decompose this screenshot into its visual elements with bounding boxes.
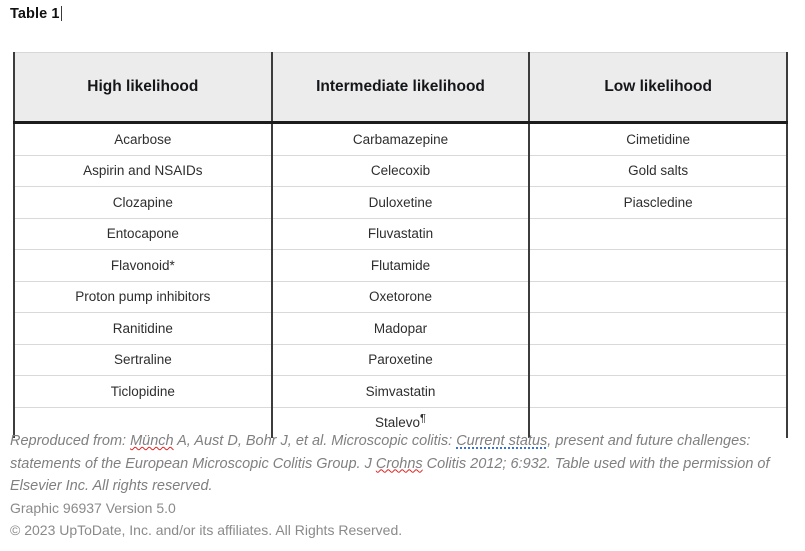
- table-row: Ticlopidine Simvastatin: [13, 375, 788, 408]
- cell-intermediate-likelihood: Madopar: [270, 312, 531, 345]
- cell-high-likelihood: Proton pump inhibitors: [13, 280, 273, 313]
- table-header-row: High likelihood Intermediate likelihood …: [13, 52, 788, 124]
- cell-low-likelihood: [528, 312, 788, 345]
- cell-high-likelihood: Ticlopidine: [13, 375, 273, 408]
- attribution-prefix: Reproduced from:: [10, 433, 131, 449]
- cell-high-likelihood: Aspirin and NSAIDs: [13, 154, 273, 187]
- cell-intermediate-likelihood: Paroxetine: [270, 343, 531, 376]
- cell-low-likelihood: Gold salts: [528, 154, 788, 187]
- graphic-id-label: Graphic 96937 Version 5.0: [10, 500, 176, 516]
- table-header: High likelihood Intermediate likelihood …: [13, 52, 788, 124]
- cell-high-likelihood: Ranitidine: [13, 312, 273, 345]
- cell-intermediate-likelihood: Carbamazepine: [270, 122, 531, 156]
- cell-intermediate-likelihood: Duloxetine: [270, 186, 531, 219]
- drug-likelihood-table: High likelihood Intermediate likelihood …: [13, 52, 788, 438]
- cell-intermediate-likelihood: Simvastatin: [270, 375, 531, 408]
- cell-low-likelihood: [528, 375, 788, 408]
- table-row: Acarbose Carbamazepine Cimetidine: [13, 122, 788, 156]
- table-row: Clozapine Duloxetine Piascledine: [13, 186, 788, 219]
- page-title: Table 1: [10, 6, 62, 22]
- cell-low-likelihood: Piascledine: [528, 186, 788, 219]
- cell-high-likelihood: Sertraline: [13, 343, 273, 376]
- attribution-author-misspelled: Münch: [130, 433, 174, 449]
- cell-intermediate-likelihood: Celecoxib: [270, 154, 531, 187]
- copyright-label: © 2023 UpToDate, Inc. and/or its affilia…: [10, 522, 403, 538]
- attribution-journal-misspelled: Crohns: [375, 455, 423, 472]
- cell-high-likelihood: Flavonoid*: [13, 249, 273, 282]
- cell-low-likelihood: [528, 280, 788, 313]
- attribution-caption: Reproduced from: Münch A, Aust D, Bohr J…: [10, 430, 796, 498]
- attribution-title-grammar-flagged: Current status: [456, 433, 548, 449]
- table-row: Ranitidine Madopar: [13, 312, 788, 345]
- column-header-intermediate-likelihood: Intermediate likelihood: [270, 52, 531, 124]
- column-header-high-likelihood: High likelihood: [13, 52, 273, 124]
- cell-high-likelihood: Clozapine: [13, 186, 273, 219]
- table-row: Flavonoid* Flutamide: [13, 249, 788, 282]
- attribution-authors-rest: A, Aust D, Bohr J, et al. Microscopic co…: [173, 433, 457, 449]
- column-header-low-likelihood: Low likelihood: [528, 52, 788, 124]
- cell-high-likelihood: Acarbose: [13, 122, 273, 156]
- cell-low-likelihood: Cimetidine: [528, 122, 788, 156]
- cell-low-likelihood: [528, 249, 788, 282]
- cell-low-likelihood: [528, 217, 788, 250]
- table-row: Proton pump inhibitors Oxetorone: [13, 280, 788, 313]
- page-title-text: Table 1: [10, 6, 60, 22]
- cell-low-likelihood: [528, 343, 788, 376]
- footnote-marker-pilcrow: ¶: [420, 412, 426, 425]
- cell-intermediate-likelihood: Flutamide: [270, 249, 531, 282]
- cell-high-likelihood: Entocapone: [13, 217, 273, 250]
- table-row: Sertraline Paroxetine: [13, 343, 788, 376]
- cell-intermediate-likelihood: Oxetorone: [270, 280, 531, 313]
- cell-intermediate-likelihood: Fluvastatin: [270, 217, 531, 250]
- table-row: Entocapone Fluvastatin: [13, 217, 788, 250]
- cell-intermediate-likelihood-text: Stalevo: [375, 415, 421, 431]
- table-row: Aspirin and NSAIDs Celecoxib Gold salts: [13, 154, 788, 187]
- text-cursor-caret: [60, 6, 62, 21]
- table-body: Acarbose Carbamazepine Cimetidine Aspiri…: [13, 122, 788, 438]
